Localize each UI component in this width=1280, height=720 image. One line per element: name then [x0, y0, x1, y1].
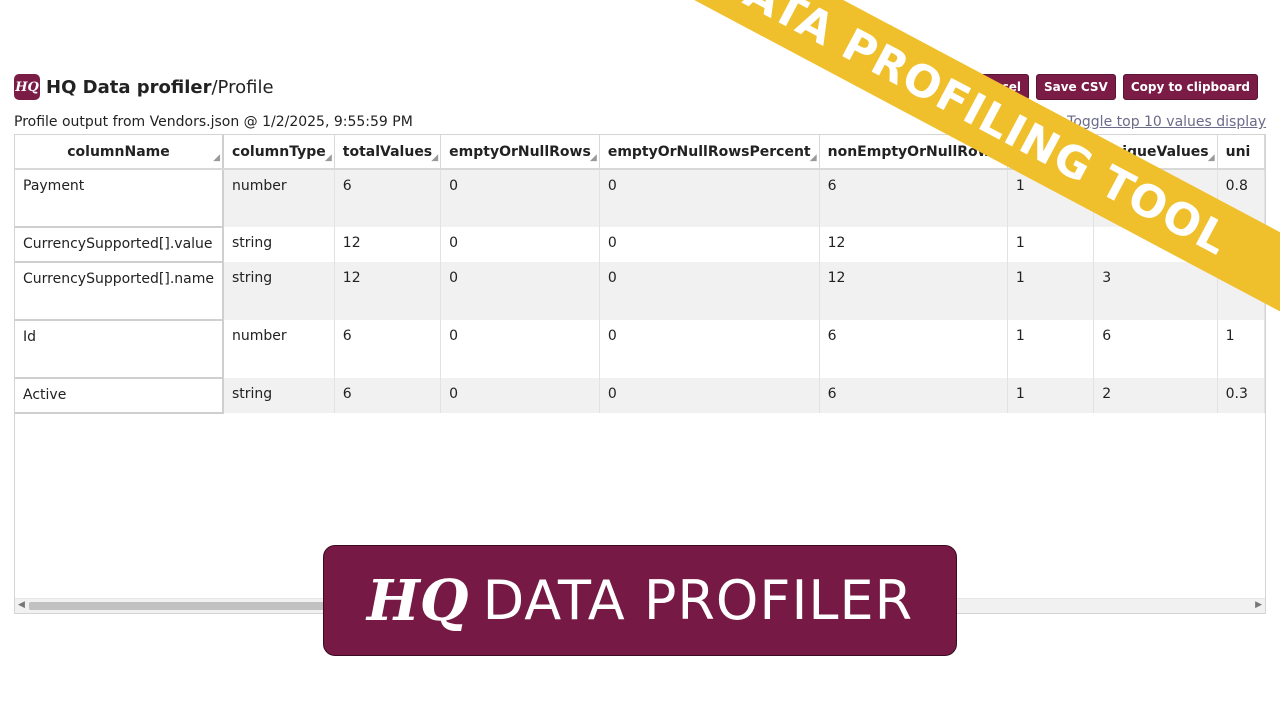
breadcrumb-profile[interactable]: Profile: [218, 77, 274, 98]
cell[interactable]: 12: [334, 262, 442, 320]
cell[interactable]: 6: [334, 169, 442, 227]
cell[interactable]: 12: [819, 227, 1008, 262]
cell[interactable]: 0: [440, 227, 600, 262]
column-header-label: emptyOrNullRows: [449, 143, 591, 160]
cell[interactable]: 12: [334, 227, 442, 262]
profile-grid: columnName ◢ columnType ◢ totalValues ◢ emp…: [14, 134, 1266, 614]
title-overlay: HQ DATA PROFILER: [323, 545, 957, 656]
copy-to-clipboard-button[interactable]: Copy to clipboard: [1122, 74, 1258, 100]
cell[interactable]: 0: [599, 227, 820, 262]
column-header[interactable]: emptyOrNullRowsPercent ◢: [599, 135, 820, 170]
table-row: Id number 6 0 0 6 1 6 1: [15, 320, 1265, 379]
toggle-top-values-link[interactable]: Toggle top 10 values display: [1067, 114, 1266, 130]
cell[interactable]: Payment: [15, 169, 224, 228]
table-row: CurrencySupported[].name string 12 0 0 1…: [15, 262, 1265, 321]
resize-handle-icon[interactable]: ◢: [1208, 153, 1215, 163]
app-title[interactable]: HQ Data profiler: [46, 77, 211, 98]
column-header[interactable]: emptyOrNullRows ◢: [440, 135, 600, 170]
resize-handle-icon[interactable]: ◢: [431, 153, 438, 163]
resize-handle-icon[interactable]: ◢: [590, 153, 597, 163]
column-header[interactable]: uni: [1217, 135, 1265, 170]
cell[interactable]: CurrencySupported[].name: [15, 262, 224, 321]
cell[interactable]: number: [223, 320, 335, 378]
cell[interactable]: 0.3: [1217, 378, 1265, 413]
column-header-label: columnType: [232, 143, 326, 160]
cell[interactable]: 0: [599, 320, 820, 378]
cell[interactable]: 1: [1007, 227, 1095, 262]
cell[interactable]: 6: [819, 378, 1008, 413]
cell[interactable]: 6: [334, 378, 442, 413]
cell[interactable]: 1: [1007, 378, 1095, 413]
cell[interactable]: 0: [599, 378, 820, 413]
app-header: HQ HQ Data profiler / Profile: [14, 74, 274, 100]
cell[interactable]: 0: [440, 262, 600, 320]
cell[interactable]: 6: [1093, 320, 1218, 378]
column-header-label: emptyOrNullRowsPercent: [607, 143, 811, 160]
cell[interactable]: Active: [15, 378, 224, 414]
table-row: Active string 6 0 0 6 1 2 0.3: [15, 378, 1265, 414]
cell[interactable]: string: [223, 227, 335, 262]
column-header-label: totalValues: [342, 143, 433, 160]
overlay-title: DATA PROFILER: [482, 569, 914, 632]
scroll-left-icon[interactable]: ◀: [18, 600, 25, 610]
cell[interactable]: 6: [819, 169, 1008, 227]
column-header[interactable]: columnType ◢: [223, 135, 335, 170]
hq-logo: HQ: [14, 74, 40, 100]
column-header-label: columnName: [67, 143, 170, 160]
cell[interactable]: 3: [1093, 262, 1218, 320]
cell[interactable]: Id: [15, 320, 224, 379]
cell[interactable]: 1: [1007, 262, 1095, 320]
cell[interactable]: 0: [599, 169, 820, 227]
cell[interactable]: 1: [1007, 320, 1095, 378]
table-row: CurrencySupported[].value string 12 0 0 …: [15, 227, 1265, 263]
resize-handle-icon[interactable]: ◢: [810, 153, 817, 163]
cell[interactable]: 0: [599, 262, 820, 320]
hq-logo: HQ: [366, 567, 469, 634]
scroll-right-icon[interactable]: ▶: [1255, 600, 1262, 610]
column-header-label: uni: [1225, 143, 1251, 160]
column-header[interactable]: columnName ◢: [15, 135, 224, 170]
cell[interactable]: 6: [819, 320, 1008, 378]
save-csv-button[interactable]: Save CSV: [1035, 74, 1116, 100]
cell[interactable]: 12: [819, 262, 1008, 320]
cell[interactable]: 6: [334, 320, 442, 378]
cell[interactable]: 1: [1217, 320, 1265, 378]
cell[interactable]: 2: [1093, 378, 1218, 413]
resize-handle-icon[interactable]: ◢: [325, 153, 332, 163]
cell[interactable]: string: [223, 378, 335, 413]
cell[interactable]: 0: [440, 378, 600, 413]
cell[interactable]: string: [223, 262, 335, 320]
cell[interactable]: number: [223, 169, 335, 227]
cell[interactable]: CurrencySupported[].value: [15, 227, 224, 263]
cell[interactable]: 0: [440, 320, 600, 378]
column-header[interactable]: totalValues ◢: [334, 135, 442, 170]
profile-subtitle: Profile output from Vendors.json @ 1/2/2…: [14, 114, 413, 130]
cell[interactable]: 0: [440, 169, 600, 227]
resize-handle-icon[interactable]: ◢: [213, 153, 220, 163]
